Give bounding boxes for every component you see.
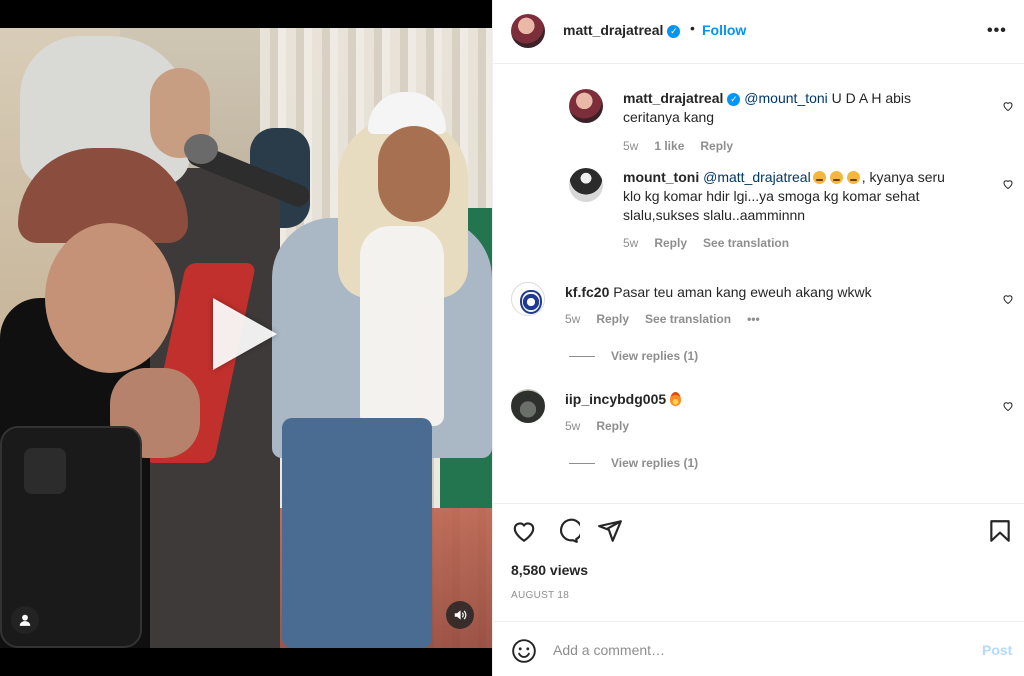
verified-icon: ✓ [667,24,681,38]
heart-icon[interactable] [1002,178,1014,190]
post-panel: matt_drajatreal ✓ • Follow ••• matt_draja… [492,0,1024,676]
share-button[interactable] [597,518,623,544]
comment-body: , kyanya seru [861,169,945,185]
like-button[interactable] [511,518,537,544]
reply-button[interactable]: Reply [654,236,687,250]
comment-username[interactable]: mount_toni [623,169,699,185]
sad-emoji [846,171,860,184]
share-icon [598,520,622,542]
play-icon[interactable] [213,298,277,370]
comment-text: kf.fc20 Pasar teu aman kang eweuh akang … [565,283,985,302]
save-button[interactable] [987,518,1013,544]
header-username[interactable]: matt_drajatreal [563,22,663,38]
comment-body: ceritanya kang [623,109,715,125]
more-options-icon[interactable]: ••• [987,22,1007,40]
add-comment-bar: Post [493,621,1024,676]
post-date[interactable]: AUGUST 18 [511,590,569,601]
post-header: matt_drajatreal ✓ • Follow ••• [493,0,1024,64]
fire-emoji [670,392,682,406]
heart-icon[interactable] [1002,400,1014,412]
reply-button[interactable]: Reply [596,419,629,433]
heart-icon[interactable] [1002,293,1014,305]
avatar[interactable] [511,14,545,48]
comment-time[interactable]: 5w [623,139,638,153]
view-replies-button[interactable]: View replies (1) [569,349,698,363]
comment-icon [560,518,580,543]
comment-mention[interactable]: @matt_drajatreal [703,169,811,185]
comment-text: mount_toni @matt_drajatreal , kyanya seru… [623,168,983,225]
sad-emoji [829,171,843,184]
comment-username[interactable]: matt_drajatreal [623,90,723,106]
verified-icon: ✓ [727,92,741,106]
see-translation-button[interactable]: See translation [645,312,731,326]
comment-mention[interactable]: @mount_toni [744,90,827,106]
emoji-button[interactable] [511,638,537,664]
heart-icon[interactable] [1002,100,1014,112]
follow-button[interactable]: Follow [702,22,746,38]
comment-body: klo kg komar hdir lgi...ya smoga kg koma… [623,188,920,204]
reply-button[interactable]: Reply [596,312,629,326]
comment-meta: 5w Reply [565,419,629,433]
reply-button[interactable]: Reply [700,139,733,153]
view-replies-line [569,355,595,357]
see-translation-button[interactable]: See translation [703,236,789,250]
emoji-icon [512,639,536,663]
comment-likes[interactable]: 1 like [654,139,684,153]
bookmark-icon [990,520,1010,542]
comment-time[interactable]: 5w [565,419,580,433]
header-username-row: matt_drajatreal ✓ [563,22,681,38]
comment-input[interactable] [553,638,953,662]
comment-body: slalu,sukses slalu..aamminnn [623,207,806,223]
header-separator: • [690,20,695,36]
comment-meta: 5w Reply See translation [623,236,789,250]
comment-time[interactable]: 5w [623,236,638,250]
comment-username[interactable]: kf.fc20 [565,284,609,300]
sound-icon [454,610,467,620]
view-replies-label: View replies (1) [611,456,699,470]
comment-time[interactable]: 5w [565,312,580,326]
video-man-face [378,126,450,222]
video-man-jeans [282,418,432,648]
comment-text: iip_incybdg005 [565,390,985,409]
post-button[interactable]: Post [982,642,1012,658]
comment-username[interactable]: iip_incybdg005 [565,391,666,407]
media-panel [0,0,492,676]
view-count[interactable]: 8,580 views [511,562,588,578]
view-replies-button[interactable]: View replies (1) [569,456,698,470]
comments-list[interactable]: matt_drajatreal ✓ @mount_toni U D A H abi… [493,65,1024,503]
comment-button[interactable] [554,518,580,544]
post-actions: 8,580 views AUGUST 18 [493,503,1024,620]
user-icon [19,614,31,626]
comment-meta: 5w Reply See translation ••• [565,312,760,326]
comment-meta: 5w 1 like Reply [623,139,733,153]
comment-body: Pasar teu aman kang eweuh akang wkwk [613,284,872,300]
video-man-shirt [360,226,444,426]
view-replies-line [569,462,595,464]
tagged-users-button[interactable] [11,606,39,634]
avatar[interactable] [511,389,545,423]
avatar[interactable] [511,282,545,316]
video-microphone-head [184,134,218,164]
video-phone-camera [24,448,66,494]
view-replies-label: View replies (1) [611,349,699,363]
video-woman-face [45,223,175,373]
comment-text: matt_drajatreal ✓ @mount_toni U D A H abi… [623,89,983,127]
comment-more-icon[interactable]: ••• [747,312,760,326]
sad-emoji [812,171,826,184]
avatar[interactable] [569,89,603,123]
avatar[interactable] [569,168,603,202]
comment-body: U D A H abis [827,90,912,106]
sound-button[interactable] [446,601,474,629]
heart-icon [513,522,535,543]
